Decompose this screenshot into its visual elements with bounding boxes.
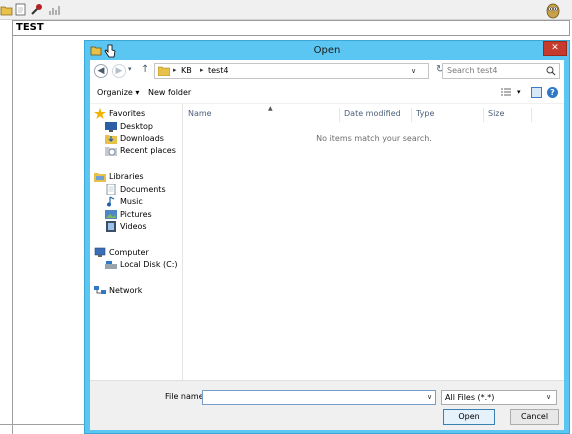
file-name-label: File name: (165, 392, 207, 401)
address-dropdown-icon[interactable]: ∨ (411, 67, 416, 75)
file-type-value: All Files (*.*) (445, 393, 495, 402)
network-icon (94, 286, 106, 294)
dialog-title: Open (313, 45, 341, 56)
recent-locations-dropdown[interactable]: ▾ (128, 65, 132, 73)
test-field[interactable]: TEST (12, 20, 570, 36)
desktop-icon (105, 122, 117, 132)
dialog-titlebar[interactable]: Open ✕ (85, 41, 569, 60)
app-bottom-divider (0, 424, 84, 425)
view-options-icon[interactable] (501, 88, 511, 98)
search-input[interactable]: Search test4 (447, 66, 497, 75)
nav-label: Desktop (120, 122, 153, 131)
column-header-size[interactable]: Size (484, 108, 532, 122)
address-bar[interactable]: ▸ KB ▸ test4 ∨ (154, 63, 429, 79)
search-box[interactable]: Search test4 (442, 63, 560, 79)
empty-message: No items match your search. (316, 134, 432, 143)
nav-label: Recent places (120, 146, 176, 155)
owl-icon (546, 3, 560, 19)
nav-label: Favorites (109, 109, 146, 118)
computer-icon (94, 247, 106, 257)
column-header-name[interactable]: Name (184, 108, 340, 122)
navigation-pane: Favorites Desktop Downloads Recent place… (90, 104, 183, 380)
test-label: TEST (16, 22, 44, 33)
star-icon (94, 108, 106, 119)
nav-label: Documents (120, 185, 166, 194)
file-name-input[interactable]: ∨ (202, 390, 436, 405)
music-icon (107, 196, 115, 207)
forward-button[interactable]: ▶ (112, 64, 126, 78)
search-icon[interactable] (546, 66, 556, 76)
nav-label: Computer (109, 248, 149, 257)
view-dropdown-icon[interactable]: ▾ (517, 88, 521, 96)
documents-icon (106, 184, 116, 195)
file-type-filter[interactable]: All Files (*.*) ∨ (441, 390, 557, 405)
file-type-dropdown-icon[interactable]: ∨ (546, 393, 551, 401)
preview-pane-icon[interactable] (531, 87, 542, 98)
up-button[interactable]: ↑ (141, 64, 149, 75)
breadcrumb-chevron-icon[interactable]: ▸ (173, 66, 177, 74)
breadcrumb-kb[interactable]: KB (181, 66, 192, 75)
disk-icon (105, 261, 117, 269)
dialog-client: ◀ ▶ ▾ ↑ ▸ KB ▸ test4 ∨ ↻ Search test4 Or… (90, 60, 564, 430)
open-icon[interactable] (0, 3, 13, 16)
recent-places-icon (105, 147, 117, 156)
file-list[interactable]: ▲ Name Date modified Type Size No items … (184, 104, 564, 380)
videos-icon (106, 221, 116, 232)
bottom-panel: File name: ∨ All Files (*.*) ∨ Open Canc… (90, 380, 564, 430)
app-toolbar (0, 0, 572, 20)
navigation-bar: ◀ ▶ ▾ ↑ ▸ KB ▸ test4 ∨ ↻ Search test4 (90, 60, 564, 84)
nav-label: Local Disk (C:) (120, 260, 178, 269)
app-divider (12, 36, 13, 434)
open-dialog: Open ✕ ◀ ▶ ▾ ↑ ▸ KB ▸ test4 ∨ ↻ Search t… (84, 40, 570, 434)
pictures-icon (105, 210, 117, 219)
nav-label: Downloads (120, 134, 164, 143)
organize-menu[interactable]: Organize ▾ (97, 88, 139, 97)
folder-icon (158, 66, 170, 76)
open-button[interactable]: Open (443, 409, 495, 425)
back-button[interactable]: ◀ (94, 64, 108, 78)
nav-label: Libraries (109, 172, 144, 181)
column-header-type[interactable]: Type (412, 108, 484, 122)
tools-icon[interactable] (30, 3, 43, 16)
cancel-button[interactable]: Cancel (510, 409, 559, 425)
new-icon[interactable] (14, 3, 27, 16)
nav-label: Music (120, 197, 143, 206)
help-icon[interactable]: ? (547, 87, 558, 98)
command-bar: Organize ▾ New folder ▾ ? (90, 84, 564, 104)
nav-label: Pictures (120, 210, 152, 219)
column-header-date-modified[interactable]: Date modified (340, 108, 412, 122)
file-name-dropdown-icon[interactable]: ∨ (427, 393, 432, 401)
libraries-icon (94, 173, 106, 182)
new-folder-button[interactable]: New folder (148, 88, 191, 97)
chart-icon[interactable] (48, 3, 61, 16)
nav-label: Network (109, 286, 143, 295)
close-button[interactable]: ✕ (543, 41, 567, 56)
breadcrumb-chevron-icon[interactable]: ▸ (200, 66, 204, 74)
breadcrumb-test4[interactable]: test4 (208, 66, 228, 75)
nav-label: Videos (120, 222, 147, 231)
downloads-icon (105, 135, 117, 144)
